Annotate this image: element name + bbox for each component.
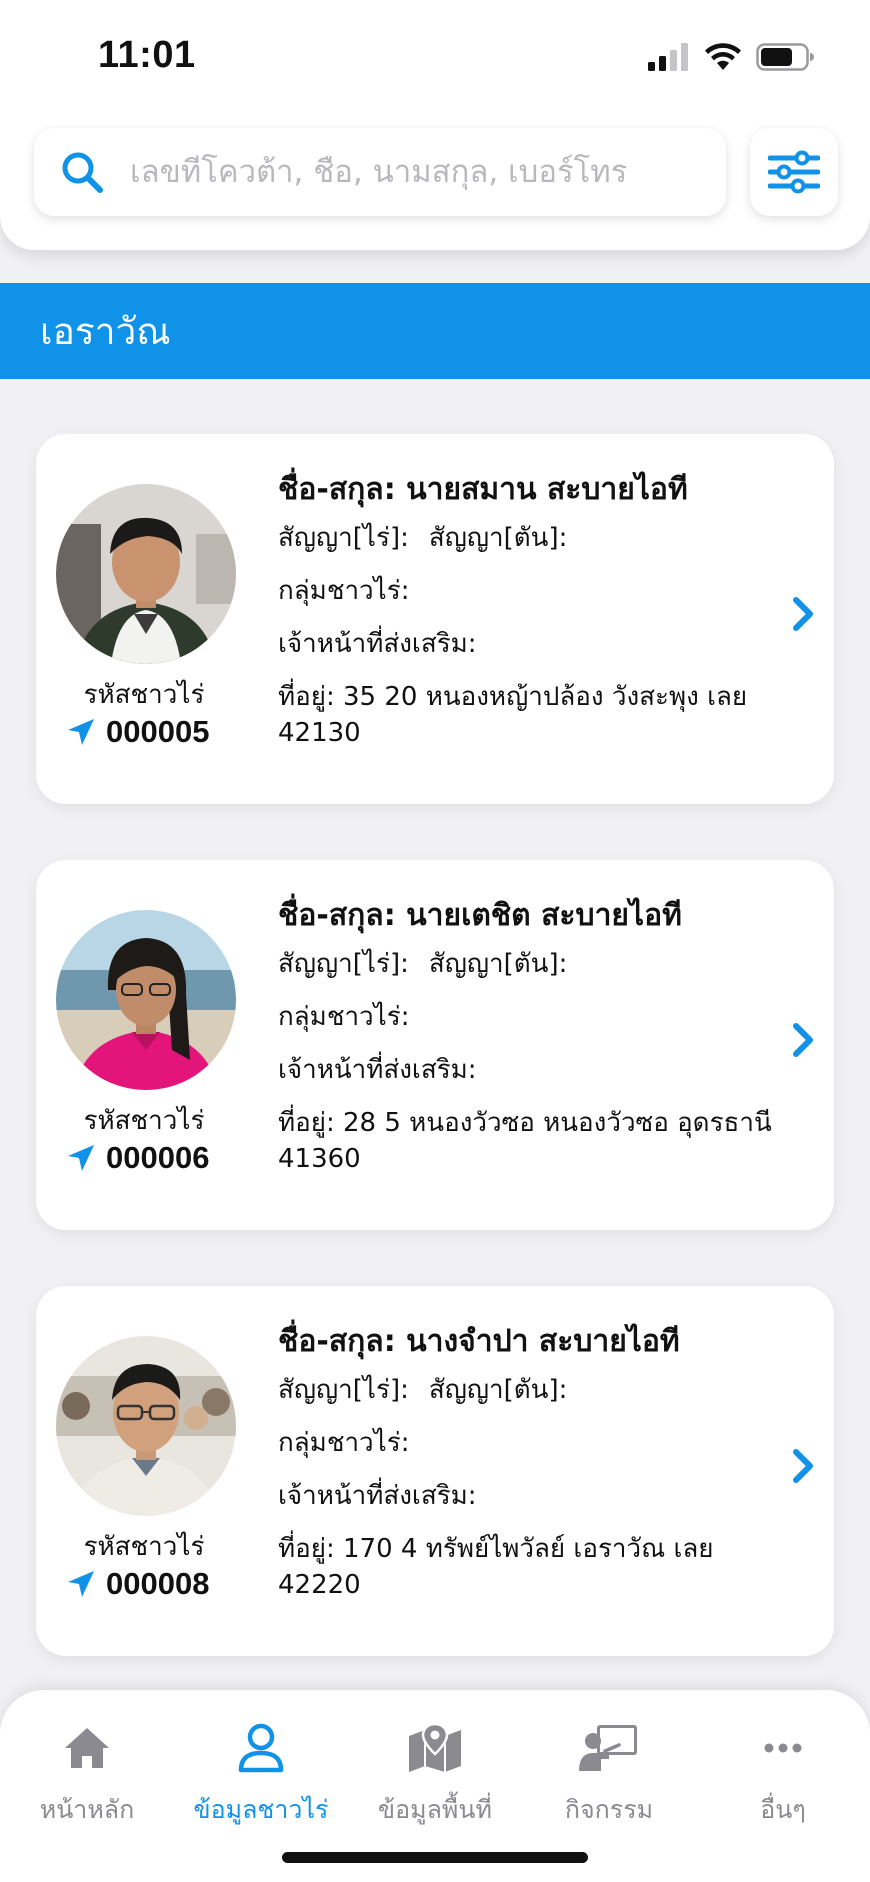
chevron-right-icon[interactable] bbox=[788, 594, 818, 634]
farmer-code: 000005 bbox=[106, 714, 210, 749]
status-icons bbox=[648, 40, 814, 74]
tab-farmer-info[interactable]: ข้อมูลชาวไร่ bbox=[174, 1720, 348, 1830]
avatar bbox=[56, 484, 236, 664]
farmer-card[interactable]: รหัสชาวไร่ 000008 ชื่อ-สกุล: นางจำปา สะบ… bbox=[36, 1286, 834, 1656]
farmer-info: ชื่อ-สกุล: นางจำปา สะบายไอที สัญญา[ไร่]:… bbox=[278, 1322, 778, 1603]
tab-more[interactable]: อื่นๆ bbox=[696, 1720, 870, 1830]
officer-line: เจ้าหน้าที่ส่งเสริม: bbox=[278, 1481, 477, 1511]
user-icon bbox=[174, 1720, 348, 1776]
farmer-info: ชื่อ-สกุล: นายเตชิต สะบายไอที สัญญา[ไร่]… bbox=[278, 896, 778, 1177]
farmer-code-label: รหัสชาวไร่ bbox=[83, 1532, 205, 1562]
search-box[interactable] bbox=[34, 128, 726, 216]
sliders-icon bbox=[768, 150, 820, 194]
status-time: 11:01 bbox=[98, 34, 196, 76]
tab-label: ข้อมูลชาวไร่ bbox=[193, 1795, 329, 1824]
home-icon bbox=[0, 1720, 174, 1776]
contract-line: สัญญา[ไร่]: สัญญา[ตัน]: bbox=[278, 1375, 568, 1405]
officer-line: เจ้าหน้าที่ส่งเสริม: bbox=[278, 629, 477, 659]
home-indicator bbox=[282, 1852, 588, 1863]
tab-label: อื่นๆ bbox=[760, 1795, 806, 1824]
farmer-name: ชื่อ-สกุล: นายเตชิต สะบายไอที bbox=[278, 898, 682, 933]
officer-line: เจ้าหน้าที่ส่งเสริม: bbox=[278, 1055, 477, 1085]
tab-area-info[interactable]: ข้อมูลพื้นที่ bbox=[348, 1720, 522, 1830]
search-input[interactable] bbox=[130, 154, 720, 190]
tab-home[interactable]: หน้าหลัก bbox=[0, 1720, 174, 1830]
top-panel: 11:01 bbox=[0, 0, 870, 250]
chevron-right-icon[interactable] bbox=[788, 1020, 818, 1060]
farmer-name: ชื่อ-สกุล: นายสมาน สะบายไอที bbox=[278, 472, 688, 507]
location-arrow-icon[interactable] bbox=[66, 1569, 96, 1599]
section-header: เอราวัณ bbox=[0, 283, 870, 379]
battery-icon bbox=[756, 43, 814, 71]
farmer-card[interactable]: รหัสชาวไร่ 000005 ชื่อ-สกุล: นายสมาน สะบ… bbox=[36, 434, 834, 804]
farmer-code-row: 000005 bbox=[66, 710, 209, 754]
farmer-name: ชื่อ-สกุล: นางจำปา สะบายไอที bbox=[278, 1324, 680, 1359]
farmer-card[interactable]: รหัสชาวไร่ 000006 ชื่อ-สกุล: นายเตชิต สะ… bbox=[36, 860, 834, 1230]
farmer-code-label: รหัสชาวไร่ bbox=[83, 1106, 205, 1136]
farmer-code-row: 000006 bbox=[66, 1136, 209, 1180]
farmer-address: ที่อยู่: 28 5 หนองวัวซอ หนองวัวซอ อุดรธา… bbox=[278, 1108, 772, 1174]
tab-activities[interactable]: กิจกรรม bbox=[522, 1720, 696, 1830]
tab-label: กิจกรรม bbox=[564, 1795, 654, 1824]
farmer-address: ที่อยู่: 170 4 ทรัพย์ไพวัลย์ เอราวัณ เลย… bbox=[278, 1534, 714, 1600]
farmer-code: 000008 bbox=[106, 1566, 210, 1601]
tab-label: ข้อมูลพื้นที่ bbox=[378, 1795, 492, 1824]
wifi-icon bbox=[705, 43, 741, 70]
presentation-icon bbox=[522, 1720, 696, 1776]
farmer-info: ชื่อ-สกุล: นายสมาน สะบายไอที สัญญา[ไร่]:… bbox=[278, 470, 778, 751]
farmer-group-line: กลุ่มชาวไร่: bbox=[278, 576, 410, 606]
more-icon bbox=[696, 1720, 870, 1776]
search-icon bbox=[54, 144, 110, 200]
location-arrow-icon[interactable] bbox=[66, 1143, 96, 1173]
chevron-right-icon[interactable] bbox=[788, 1446, 818, 1486]
signal-icon bbox=[648, 43, 688, 71]
map-icon bbox=[348, 1720, 522, 1776]
farmer-address: ที่อยู่: 35 20 หนองหญ้าปล้อง วังสะพุง เล… bbox=[278, 682, 748, 748]
farmer-group-line: กลุ่มชาวไร่: bbox=[278, 1002, 410, 1032]
farmer-code-label: รหัสชาวไร่ bbox=[83, 680, 205, 710]
avatar bbox=[56, 910, 236, 1090]
location-arrow-icon[interactable] bbox=[66, 717, 96, 747]
farmer-code: 000006 bbox=[106, 1140, 210, 1175]
contract-line: สัญญา[ไร่]: สัญญา[ตัน]: bbox=[278, 523, 568, 553]
contract-line: สัญญา[ไร่]: สัญญา[ตัน]: bbox=[278, 949, 568, 979]
farmer-group-line: กลุ่มชาวไร่: bbox=[278, 1428, 410, 1458]
avatar bbox=[56, 1336, 236, 1516]
farmer-code-row: 000008 bbox=[66, 1562, 209, 1606]
filter-button[interactable] bbox=[750, 128, 838, 216]
tab-label: หน้าหลัก bbox=[39, 1795, 135, 1824]
